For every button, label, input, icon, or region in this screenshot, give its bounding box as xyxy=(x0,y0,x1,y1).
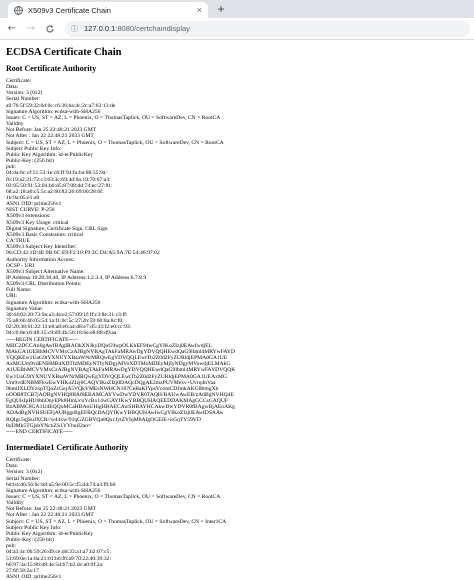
new-tab-button[interactable]: + xyxy=(214,2,228,16)
url-path: :8080/certchaindisplay xyxy=(115,24,190,33)
intermediate1-ca-heading: Intermediate1 Certificate Authority xyxy=(6,443,129,453)
tab-title: X509v3 Certificate Chain xyxy=(28,5,111,15)
site-info-icon[interactable]: ⓘ xyxy=(71,24,78,34)
tab-strip: X509v3 Certificate Chain × + xyxy=(0,0,474,18)
reload-button[interactable] xyxy=(42,21,58,37)
url-host: 127.0.0.1 xyxy=(84,24,116,33)
root-ca-certificate-text: Certificate: Data: Version: 3 (0x2) Serial … xyxy=(6,78,468,435)
reload-icon xyxy=(46,24,54,32)
forward-button[interactable]: → xyxy=(23,21,39,37)
tab-close-icon[interactable]: × xyxy=(197,5,202,15)
browser-toolbar: ← → ⓘ 127.0.0.1:8080/certchaindisplay xyxy=(0,18,474,40)
page-content: ECDSA Certificate Chain Root Certificate… xyxy=(0,40,474,580)
root-ca-heading: Root Certificate Authority xyxy=(6,64,97,73)
browser-tab[interactable]: X509v3 Certificate Chain × xyxy=(8,2,208,18)
address-bar[interactable]: ⓘ 127.0.0.1:8080/certchaindisplay xyxy=(65,20,470,37)
page-title: ECDSA Certificate Chain xyxy=(6,47,122,58)
certificate-line: ASN1 OID: prime256v1 xyxy=(6,574,62,580)
page-favicon-icon xyxy=(14,5,23,15)
back-button[interactable]: ← xyxy=(4,21,20,37)
